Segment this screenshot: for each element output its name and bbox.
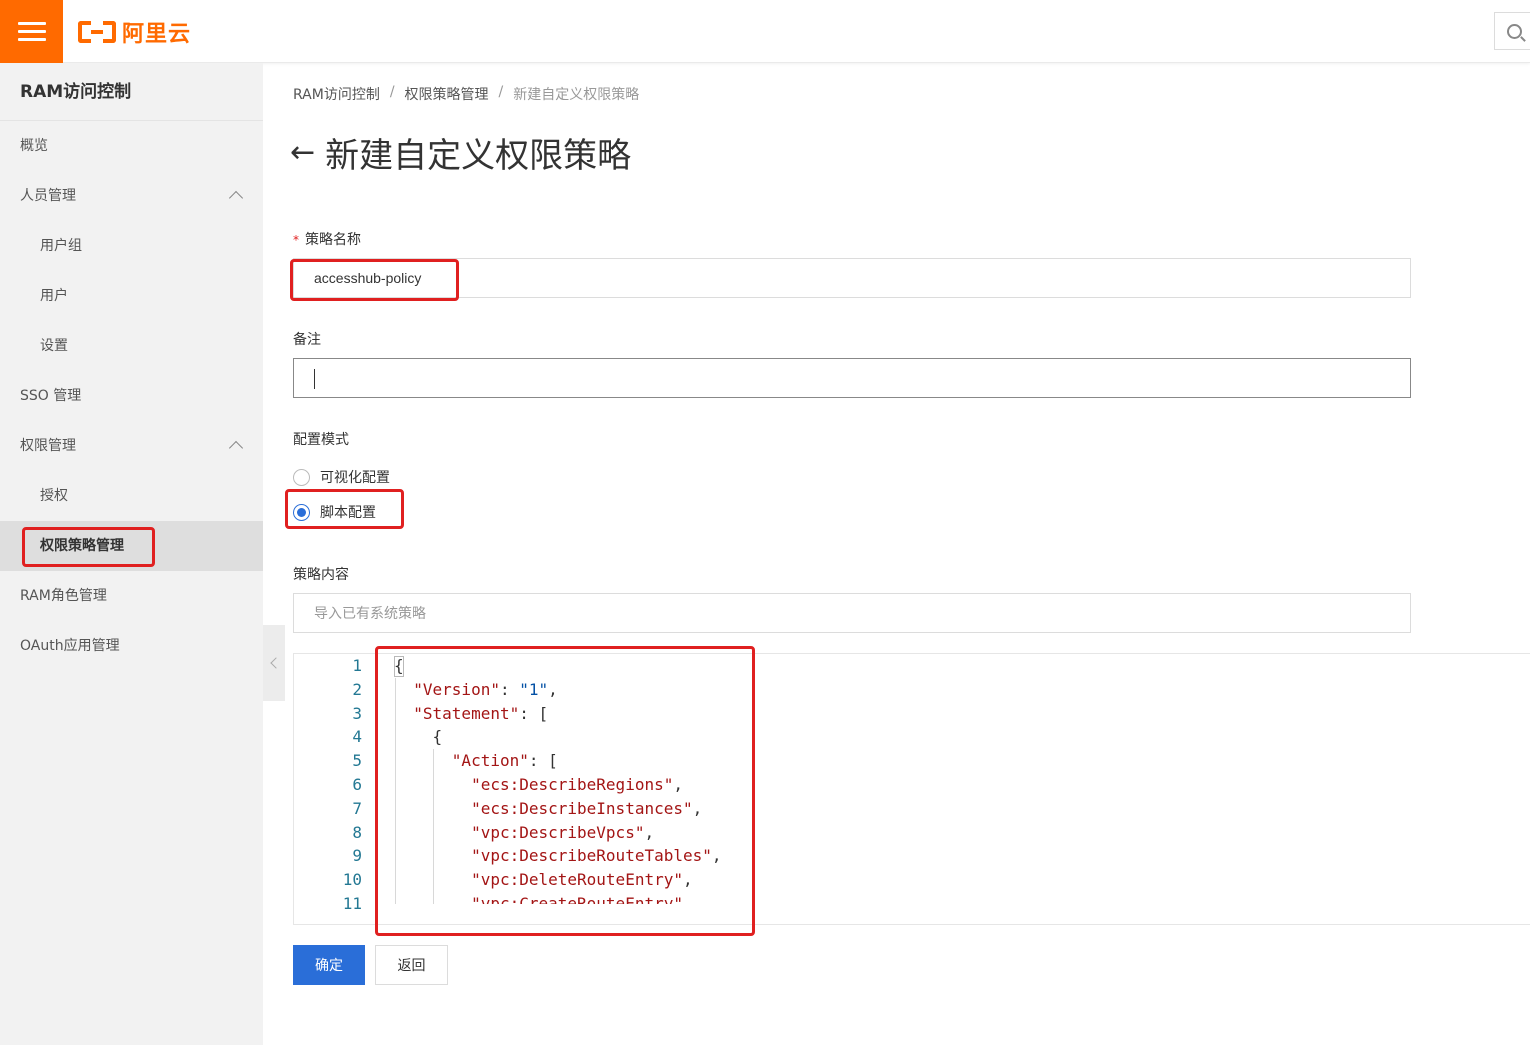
sidebar-item-label: 设置	[40, 338, 68, 354]
required-mark: *	[293, 233, 299, 247]
line-number-gutter: 1 2 3 4 5 6 7 8 9 10 11	[294, 654, 374, 913]
text-caret	[314, 369, 315, 390]
breadcrumb-link[interactable]: 权限策略管理	[405, 84, 489, 104]
sidebar-item-grants[interactable]: 授权	[0, 471, 263, 521]
import-policy-select[interactable]: 导入已有系统策略	[293, 593, 1411, 633]
sidebar-item-label: OAuth应用管理	[20, 638, 120, 654]
code-line: "vpc:DescribeRouteTables",	[471, 846, 722, 866]
sidebar-item-permissions[interactable]: 权限管理	[0, 421, 263, 471]
sidebar-item-label: 权限策略管理	[40, 538, 124, 554]
sidebar-item-label: 用户	[40, 288, 68, 304]
breadcrumb-current: 新建自定义权限策略	[513, 87, 640, 103]
code-line: {	[394, 727, 443, 747]
code-line: "Statement": [	[413, 703, 549, 723]
sidebar-item-groups[interactable]: 用户组	[0, 221, 263, 271]
sidebar-item-label: RAM角色管理	[20, 588, 107, 604]
aliyun-logo-icon	[78, 21, 116, 43]
line-number: 1	[352, 656, 362, 675]
content-label: 策略内容	[293, 567, 349, 583]
radio-checked-icon	[293, 503, 310, 521]
line-number: 3	[352, 703, 362, 723]
hamburger-menu-icon[interactable]	[0, 0, 63, 63]
code-line: "vpc:DescribeVpcs",	[471, 822, 655, 842]
sidebar-item-overview[interactable]: 概览	[0, 121, 263, 171]
code-line: "Action": [	[451, 751, 558, 771]
search-button[interactable]	[1494, 12, 1530, 50]
sidebar-item-label: 权限管理	[20, 438, 76, 454]
chevron-up-icon	[228, 190, 244, 206]
sidebar-item-identities[interactable]: 人员管理	[0, 171, 263, 221]
mode-label: 配置模式	[293, 432, 349, 448]
sidebar: RAM访问控制 概览 人员管理 用户组 用户 设置 SSO 管理 权限管理 授权…	[0, 63, 263, 1045]
chevron-left-icon	[270, 657, 282, 669]
breadcrumb-separator: /	[389, 84, 395, 100]
logo-text: 阿里云	[122, 22, 192, 47]
aliyun-logo[interactable]: 阿里云	[78, 14, 191, 50]
search-icon	[1506, 23, 1522, 39]
policy-name-label-text: 策略名称	[305, 232, 361, 248]
sidebar-item-label: 概览	[20, 138, 48, 154]
policy-name-label: * 策略名称	[293, 229, 361, 249]
page-title-row: ← 新建自定义权限策略	[290, 128, 631, 177]
code-line: "vpc:DeleteRouteEntry",	[471, 870, 693, 890]
policy-name-value: accesshub-policy	[314, 270, 422, 286]
sidebar-item-sso[interactable]: SSO 管理	[0, 371, 263, 421]
line-number: 10	[342, 870, 362, 890]
back-arrow-icon[interactable]: ←	[290, 137, 315, 168]
sidebar-item-label: SSO 管理	[20, 388, 82, 404]
radio-label: 脚本配置	[320, 505, 376, 521]
breadcrumb-separator: /	[498, 84, 504, 100]
radio-visual-config[interactable]: 可视化配置	[293, 467, 390, 487]
import-policy-placeholder: 导入已有系统策略	[314, 605, 426, 621]
line-number: 7	[352, 798, 362, 818]
page-title: 新建自定义权限策略	[325, 136, 632, 176]
code-line: {	[394, 656, 404, 675]
line-number: 6	[352, 774, 362, 794]
line-number: 4	[352, 727, 362, 747]
confirm-button[interactable]: 确定	[293, 945, 365, 985]
sidebar-collapse-handle[interactable]	[263, 625, 285, 701]
sidebar-item-label: 授权	[40, 488, 68, 504]
back-button[interactable]: 返回	[375, 945, 448, 985]
sidebar-item-oauth[interactable]: OAuth应用管理	[0, 621, 263, 671]
sidebar-item-label: 用户组	[40, 238, 82, 254]
sidebar-item-settings[interactable]: 设置	[0, 321, 263, 371]
code-line: "ecs:DescribeRegions",	[471, 774, 683, 794]
line-number: 2	[352, 679, 362, 699]
sidebar-item-label: 人员管理	[20, 188, 76, 204]
breadcrumb: RAM访问控制 / 权限策略管理 / 新建自定义权限策略	[293, 84, 639, 104]
line-number: 11	[342, 893, 362, 913]
code-line: "vpc:CreateRouteEntry",	[471, 893, 693, 904]
sidebar-title: RAM访问控制	[0, 63, 263, 121]
code-lines: { "Version": "1", "Statement": [ { "Acti…	[394, 654, 1294, 904]
breadcrumb-link[interactable]: RAM访问控制	[293, 84, 380, 104]
radio-label: 可视化配置	[320, 470, 390, 486]
code-line: "Version": "1",	[413, 679, 558, 699]
sidebar-item-users[interactable]: 用户	[0, 271, 263, 321]
remark-label: 备注	[293, 332, 321, 348]
code-line: "ecs:DescribeInstances",	[471, 798, 703, 818]
sidebar-item-roles[interactable]: RAM角色管理	[0, 571, 263, 621]
line-number: 9	[352, 846, 362, 866]
top-bar: 阿里云	[0, 0, 1530, 63]
policy-name-input[interactable]: accesshub-policy	[293, 258, 1411, 298]
line-number: 5	[352, 751, 362, 771]
radio-circle-icon	[293, 468, 310, 486]
line-number: 8	[352, 822, 362, 842]
chevron-up-icon	[228, 440, 244, 456]
sidebar-item-policies[interactable]: 权限策略管理	[0, 521, 263, 571]
policy-code-editor[interactable]: 1 2 3 4 5 6 7 8 9 10 11 { "Version": "1"…	[293, 653, 1530, 925]
radio-script-config[interactable]: 脚本配置	[293, 502, 376, 522]
remark-input[interactable]	[293, 358, 1411, 398]
